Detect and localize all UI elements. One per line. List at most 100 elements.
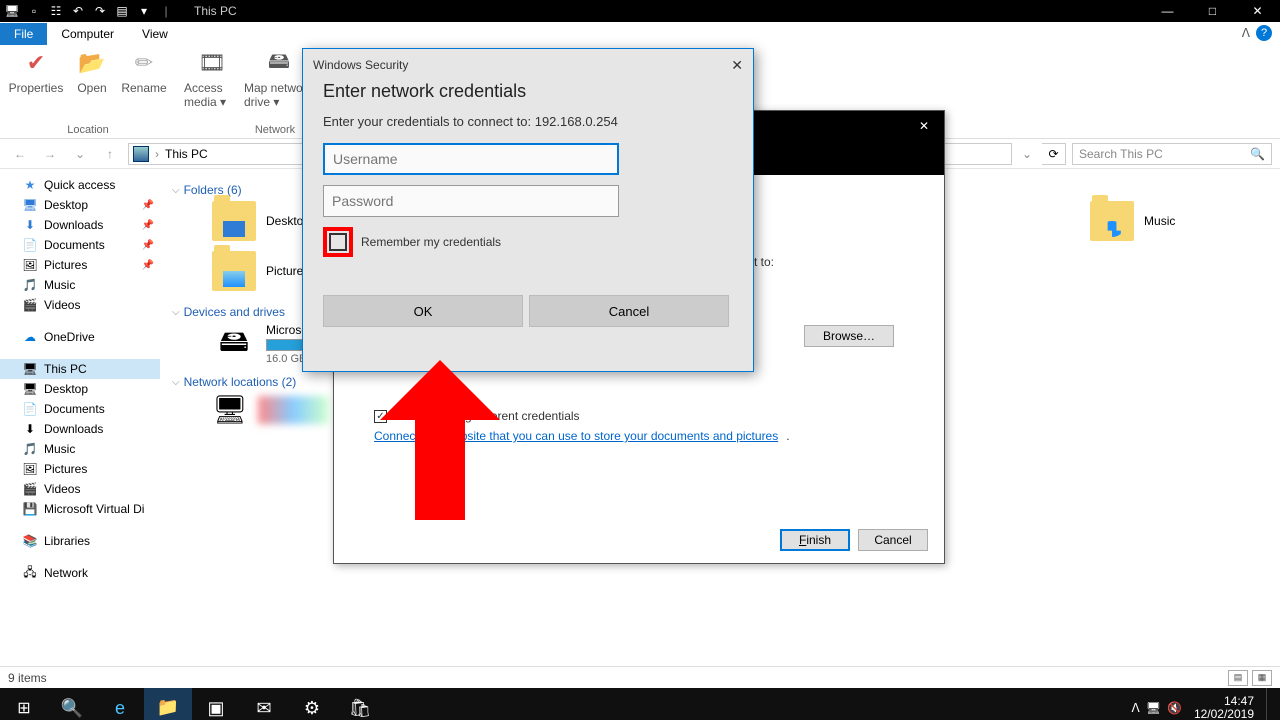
address-path: This PC <box>165 147 208 161</box>
pin-icon: 📌 <box>142 220 154 231</box>
qat-undo-icon[interactable]: ↶ <box>70 3 86 19</box>
sidebar-network[interactable]: 🖧Network <box>0 563 160 583</box>
download-icon: ⬇ <box>22 421 38 437</box>
view-details-button[interactable]: ▤ <box>1228 670 1248 686</box>
taskbar-edge[interactable]: e <box>96 688 144 720</box>
sidebar-virtual-disk[interactable]: 💾Microsoft Virtual Di <box>0 499 160 519</box>
wizard-close-button[interactable]: ✕ <box>904 111 944 141</box>
sidebar-documents-2[interactable]: 📄Documents <box>0 399 160 419</box>
pin-icon: 📌 <box>142 260 154 271</box>
tab-computer[interactable]: Computer <box>47 23 128 45</box>
maximize-button[interactable]: □ <box>1190 0 1235 22</box>
security-cancel-button[interactable]: Cancel <box>529 295 729 327</box>
nav-forward-button[interactable]: → <box>38 142 62 166</box>
sidebar-desktop[interactable]: 🖥Desktop📌 <box>0 195 160 215</box>
taskbar: ⊞ 🔍 e 📁 ▣ ✉ ⚙ 🛍 ᐱ 🖥 🔇 14:4712/02/2019 <box>0 688 1280 720</box>
sidebar-videos[interactable]: 🎬Videos <box>0 295 160 315</box>
search-button[interactable]: 🔍 <box>48 688 96 720</box>
music-icon: 🎵 <box>22 277 38 293</box>
tab-view[interactable]: View <box>128 23 182 45</box>
security-close-button[interactable]: ✕ <box>731 57 743 74</box>
qat-redo-icon[interactable]: ↷ <box>92 3 108 19</box>
security-title: Windows Security <box>313 58 408 72</box>
password-input[interactable] <box>323 185 619 217</box>
taskbar-explorer[interactable]: 📁 <box>144 688 192 720</box>
desktop-icon: 🖥 <box>22 197 38 213</box>
open-button[interactable]: 📂Open <box>68 47 116 95</box>
sidebar-downloads[interactable]: ⬇Downloads📌 <box>0 215 160 235</box>
remember-credentials-checkbox[interactable] <box>329 233 347 251</box>
minimize-button[interactable]: — <box>1145 0 1190 22</box>
sidebar-videos-2[interactable]: 🎬Videos <box>0 479 160 499</box>
search-box[interactable]: Search This PC 🔍 <box>1072 143 1272 165</box>
window-title: This PC <box>194 4 237 18</box>
qat-properties-icon[interactable]: ☷ <box>48 3 64 19</box>
show-desktop-button[interactable] <box>1266 688 1276 720</box>
rename-button[interactable]: ✏Rename <box>120 47 168 95</box>
folder-desktop[interactable]: Desktop <box>212 201 310 241</box>
pc-icon: 🖥 <box>22 361 38 377</box>
sidebar-pictures-2[interactable]: 🖼Pictures <box>0 459 160 479</box>
taskbar-cmd[interactable]: ▣ <box>192 688 240 720</box>
sidebar-libraries[interactable]: 📚Libraries <box>0 531 160 551</box>
start-button[interactable]: ⊞ <box>0 688 48 720</box>
finish-button[interactable]: Finish <box>780 529 850 551</box>
sidebar-pictures[interactable]: 🖼Pictures📌 <box>0 255 160 275</box>
folder-pictures[interactable]: Pictures <box>212 251 309 291</box>
taskbar-store[interactable]: 🛍 <box>336 688 384 720</box>
sidebar-downloads-2[interactable]: ⬇Downloads <box>0 419 160 439</box>
qat-new-icon[interactable]: ▫ <box>26 3 42 19</box>
nav-up-button[interactable]: ↑ <box>98 142 122 166</box>
sidebar-documents[interactable]: 📄Documents📌 <box>0 235 160 255</box>
network-icon: 🖧 <box>22 565 38 581</box>
access-media-button[interactable]: 🎞Access media ▾ <box>184 47 240 109</box>
taskbar-mail[interactable]: ✉ <box>240 688 288 720</box>
system-menu-icon[interactable]: 🖥 <box>4 3 20 19</box>
tray-chevron-icon[interactable]: ᐱ <box>1132 701 1140 715</box>
wizard-cancel-button[interactable]: Cancel <box>858 529 928 551</box>
videos-icon: 🎬 <box>22 481 38 497</box>
network-location-item[interactable]: 🖥 <box>212 393 328 426</box>
sidebar-this-pc[interactable]: 🖥This PC <box>0 359 160 379</box>
sidebar-desktop-2[interactable]: 🖥Desktop <box>0 379 160 399</box>
tray-cast-icon[interactable]: 🖥 <box>1146 701 1161 715</box>
help-icon[interactable]: ? <box>1256 25 1272 41</box>
qat-delete-icon[interactable]: ▤ <box>114 3 130 19</box>
disk-icon: 💾 <box>22 501 38 517</box>
sidebar-music[interactable]: 🎵Music <box>0 275 160 295</box>
taskbar-settings[interactable]: ⚙ <box>288 688 336 720</box>
window-titlebar: 🖥 ▫ ☷ ↶ ↷ ▤ ▾ | This PC — □ ✕ <box>0 0 1280 22</box>
cloud-icon: ☁ <box>22 329 38 345</box>
qat-dropdown-icon[interactable]: ▾ <box>136 3 152 19</box>
sidebar-onedrive[interactable]: ☁OneDrive <box>0 327 160 347</box>
pc-icon <box>133 146 149 162</box>
navigation-pane: ★Quick access 🖥Desktop📌 ⬇Downloads📌 📄Doc… <box>0 169 160 666</box>
tray-clock[interactable]: 14:4712/02/2019 <box>1188 695 1260 720</box>
download-icon: ⬇ <box>22 217 38 233</box>
properties-button[interactable]: ✔Properties <box>8 47 64 95</box>
documents-icon: 📄 <box>22 237 38 253</box>
tab-file[interactable]: File <box>0 23 47 45</box>
sidebar-quick-access[interactable]: ★Quick access <box>0 175 160 195</box>
ribbon-collapse-icon[interactable]: ᐱ <box>1242 26 1250 40</box>
status-bar: 9 items ▤ ▦ <box>0 666 1280 688</box>
remember-label: Remember my credentials <box>361 235 501 249</box>
search-icon: 🔍 <box>1250 147 1265 161</box>
nav-recent-button[interactable]: ⌄ <box>68 142 92 166</box>
tray-volume-icon[interactable]: 🔇 <box>1167 701 1182 715</box>
group-location-label: Location <box>67 124 109 136</box>
folder-music[interactable]: Music <box>1090 201 1175 241</box>
view-icons-button[interactable]: ▦ <box>1252 670 1272 686</box>
libraries-icon: 📚 <box>22 533 38 549</box>
diff-creds-checkbox[interactable]: ✓ <box>374 410 387 423</box>
browse-button[interactable]: Browse… <box>804 325 894 347</box>
ribbon-tabs: File Computer View ᐱ ? <box>0 22 1280 45</box>
website-storage-link[interactable]: Connect to a website that you can use to… <box>374 429 778 443</box>
sidebar-music-2[interactable]: 🎵Music <box>0 439 160 459</box>
nav-back-button[interactable]: ← <box>8 142 32 166</box>
ok-button[interactable]: OK <box>323 295 523 327</box>
drive-icon: 🖴 <box>212 324 256 364</box>
close-button[interactable]: ✕ <box>1235 0 1280 22</box>
refresh-button[interactable]: ⟳ <box>1042 143 1066 165</box>
username-input[interactable] <box>323 143 619 175</box>
